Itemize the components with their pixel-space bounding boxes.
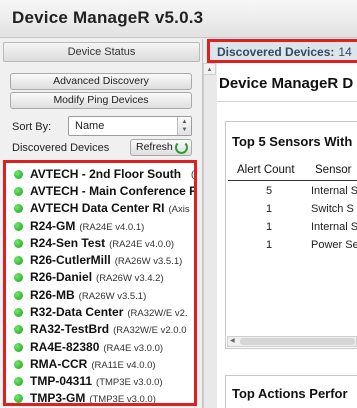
- status-online-icon: [14, 394, 23, 403]
- column-header-alert-count: Alert Count: [237, 164, 295, 176]
- discovered-devices-bar: Discovered Devices: 14: [207, 39, 357, 63]
- device-name: R26-Daniel (RA26W v3.4.2): [30, 270, 164, 284]
- device-name: R24-Sen Test (RA24E v4.0.0): [30, 236, 175, 250]
- device-item[interactable]: RMA-CCR (RA11E v4.0.0): [6, 356, 194, 373]
- sort-by-label: Sort By:: [12, 121, 52, 133]
- device-item[interactable]: R26-Daniel (RA26W v3.4.2): [6, 269, 194, 286]
- device-name: AVTECH Data Center RI (Axis: [30, 201, 190, 215]
- device-model: (RA24E v4.0.1): [79, 222, 145, 233]
- device-model: (A: [191, 169, 195, 180]
- status-online-icon: [14, 325, 23, 334]
- status-online-icon: [14, 239, 23, 248]
- title-bar: Device ManageR v5.0.3: [0, 0, 357, 38]
- device-model: (RA24E v4.0.0): [109, 239, 175, 250]
- status-online-icon: [14, 377, 23, 386]
- device-item[interactable]: RA4E-82380 (RA4E v3.0.0): [6, 339, 194, 356]
- alert-count-cell: 1: [266, 239, 273, 251]
- device-name: AVTECH - Main Conference R: [30, 184, 197, 198]
- header-divider: [228, 180, 357, 181]
- device-model: (RA32W/E v2.0.0: [113, 325, 187, 336]
- alert-count-cell: 1: [266, 203, 273, 215]
- device-model: (TMP3E v3.0.0): [96, 377, 163, 388]
- top-sensors-title: Top 5 Sensors With: [232, 134, 353, 149]
- device-list: AVTECH - 2nd Floor South (A AVTECH - Main…: [3, 160, 197, 406]
- device-name: TMP3-GM (TMP3E v3.0.0): [30, 391, 156, 405]
- device-item[interactable]: AVTECH - Main Conference R: [6, 183, 194, 200]
- status-online-icon: [14, 360, 23, 369]
- scroll-left-icon[interactable]: ◀: [230, 337, 235, 346]
- device-name: AVTECH - 2nd Floor South: [30, 167, 182, 181]
- device-model: (RA26W v3.5.1): [114, 256, 183, 267]
- alert-count-cell: 5: [266, 185, 273, 197]
- device-name: TMP-04311 (TMP3E v3.0.0): [30, 374, 163, 388]
- sensor-cell: Internal S: [311, 185, 357, 197]
- status-online-icon: [14, 204, 23, 213]
- status-online-icon: [14, 256, 23, 265]
- sort-by-select[interactable]: Name ▲ ▼: [68, 116, 192, 136]
- sensor-cell: Internal S: [311, 221, 357, 233]
- device-item[interactable]: TMP3-GM (TMP3E v3.0.0): [6, 390, 194, 405]
- top-actions-title: Top Actions Perfor: [232, 386, 348, 401]
- discovered-devices-label: Discovered Devices: [12, 142, 110, 154]
- device-item[interactable]: AVTECH - 2nd Floor South (A: [6, 166, 194, 183]
- column-header-sensor: Sensor: [315, 164, 352, 176]
- device-name: R32-Data Center (RA32W/E v2.: [30, 305, 188, 319]
- device-name: RA4E-82380 (RA4E v3.0.0): [30, 340, 164, 354]
- device-model: (RA26W v3.4.2): [96, 273, 164, 284]
- device-item[interactable]: TMP-04311 (TMP3E v3.0.0): [6, 373, 194, 390]
- device-status-header: Device Status: [3, 42, 200, 62]
- device-item[interactable]: R26-MB (RA26W v3.5.1): [6, 287, 194, 304]
- device-model: (RA11E v4.0.0): [91, 360, 156, 371]
- vertical-scrollbar[interactable]: [203, 63, 216, 408]
- device-name: R26-CutlerMill (RA26W v3.5.1): [30, 253, 183, 267]
- refresh-button[interactable]: Refresh: [130, 139, 192, 156]
- sensor-cell: Switch S: [311, 203, 354, 215]
- device-name: R24-GM (RA24E v4.0.1): [30, 219, 145, 233]
- app-title: Device ManageR v5.0.3: [12, 8, 204, 27]
- stepper-arrows-icon[interactable]: ▲ ▼: [177, 117, 191, 135]
- sidebar: Device Status Advanced Discovery Modify …: [0, 39, 203, 408]
- device-item[interactable]: R24-GM (RA24E v4.0.1): [6, 218, 194, 235]
- status-online-icon: [14, 273, 23, 282]
- device-name: RMA-CCR (RA11E v4.0.0): [30, 357, 156, 371]
- device-item[interactable]: R24-Sen Test (RA24E v4.0.0): [6, 235, 194, 252]
- device-item[interactable]: RA32-TestBrd (RA32W/E v2.0.0: [6, 321, 194, 338]
- modify-ping-devices-button[interactable]: Modify Ping Devices: [10, 92, 192, 109]
- device-item[interactable]: R32-Data Center (RA32W/E v2.: [6, 304, 194, 321]
- status-online-icon: [14, 291, 23, 300]
- device-item[interactable]: R26-CutlerMill (RA26W v3.5.1): [6, 252, 194, 269]
- advanced-discovery-button[interactable]: Advanced Discovery: [10, 73, 192, 90]
- device-model: (Axis: [168, 204, 190, 215]
- device-name: RA32-TestBrd (RA32W/E v2.0.0: [30, 322, 187, 336]
- device-model: (RA26W v3.5.1): [78, 291, 147, 302]
- status-online-icon: [14, 308, 23, 317]
- discovered-devices-count: 14: [338, 45, 352, 59]
- scrollbar-thumb[interactable]: [240, 338, 355, 345]
- device-model: (RA4E v3.0.0): [103, 343, 164, 354]
- device-model: (TMP3E v3.0.0): [89, 394, 156, 405]
- status-online-icon: [14, 170, 23, 179]
- scroll-up-icon[interactable]: ▲: [203, 63, 216, 75]
- status-online-icon: [14, 343, 23, 352]
- device-item[interactable]: AVTECH Data Center RI (Axis: [6, 200, 194, 217]
- page-title: Device ManageR D: [219, 75, 354, 92]
- refresh-icon: [175, 141, 188, 154]
- device-name: R26-MB (RA26W v3.5.1): [30, 288, 147, 302]
- alert-count-cell: 1: [266, 221, 273, 233]
- divider: [217, 101, 357, 102]
- status-online-icon: [14, 187, 23, 196]
- sensor-cell: Power Se: [311, 239, 357, 251]
- sort-by-value: Name: [75, 120, 105, 132]
- device-model: (RA32W/E v2.: [127, 308, 188, 319]
- discovered-devices-label: Discovered Devices:: [217, 45, 335, 59]
- main-content: Device ManageR D Top 5 Sensors With Aler…: [217, 63, 357, 408]
- status-online-icon: [14, 222, 23, 231]
- top-sensors-card: Top 5 Sensors With Alert Count Sensor 5 …: [225, 121, 357, 349]
- top-actions-card: Top Actions Perfor: [225, 375, 357, 408]
- refresh-label: Refresh: [136, 141, 173, 153]
- horizontal-scrollbar[interactable]: ◀: [227, 336, 357, 347]
